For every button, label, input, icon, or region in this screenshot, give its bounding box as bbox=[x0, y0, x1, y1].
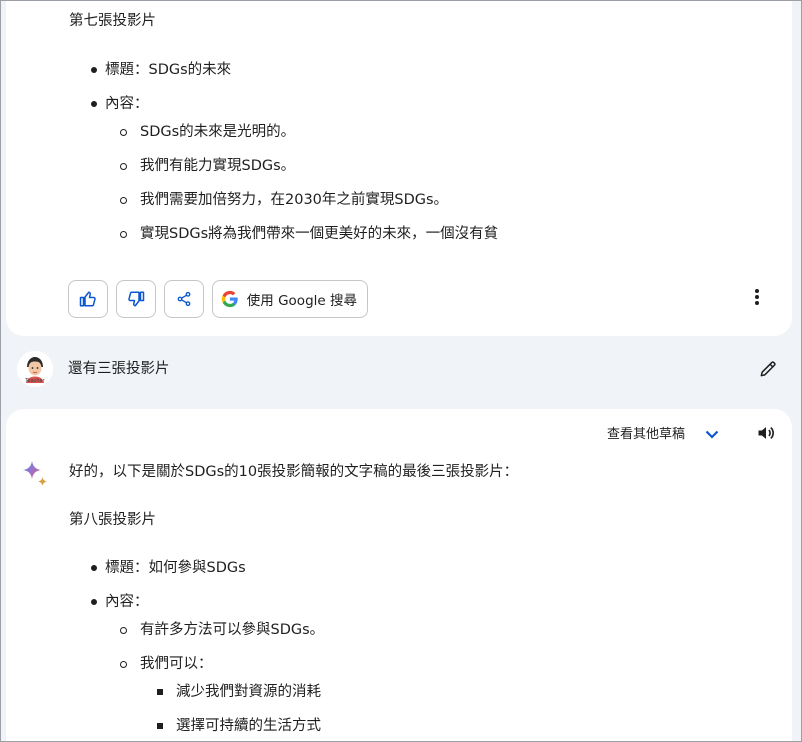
bullet-circle bbox=[120, 661, 127, 668]
more-options-button[interactable] bbox=[745, 285, 769, 309]
google-g-icon bbox=[221, 290, 238, 308]
thumbs-up-icon bbox=[79, 291, 96, 307]
list-item: 標題：如何參與SDGs bbox=[105, 560, 246, 576]
list-item: 實現SDGs將為我們帶來一個更美好的未來，一個沒有貧 bbox=[140, 226, 499, 242]
thumbs-down-icon bbox=[128, 291, 145, 307]
list-item: 我們可以： bbox=[140, 656, 213, 672]
list-item: 我們需要加倍努力，在2030年之前實現SDGs。 bbox=[140, 192, 449, 208]
list-item: 內容： bbox=[105, 96, 149, 112]
bullet-circle bbox=[120, 163, 127, 170]
bullet-circle bbox=[120, 231, 127, 238]
pencil-icon bbox=[760, 361, 776, 377]
bullet-dot bbox=[91, 565, 97, 571]
read-aloud-button[interactable] bbox=[754, 421, 778, 445]
edit-prompt-button[interactable] bbox=[756, 357, 780, 381]
view-drafts-button[interactable]: 查看其他草稿 bbox=[607, 425, 685, 445]
list-item: SDGs的未來是光明的。 bbox=[140, 124, 296, 140]
chat-window: 第七張投影片 標題：SDGs的未來 內容： SDGs的未來是光明的。 我們有能力… bbox=[0, 0, 802, 742]
bullet-circle bbox=[120, 627, 127, 634]
thumbs-up-button[interactable] bbox=[68, 280, 108, 318]
view-drafts-toggle[interactable] bbox=[702, 424, 722, 444]
current-response-card: 查看其他草稿 好的，以下是關於SDGs的10張投影簡報的文字稿的最後三張投影片：… bbox=[6, 409, 792, 741]
list-item: 內容： bbox=[105, 594, 149, 610]
list-item: 我們有能力實現SDGs。 bbox=[140, 158, 296, 174]
bullet-dot bbox=[91, 101, 97, 107]
list-item: 有許多方法可以參與SDGs。 bbox=[140, 622, 325, 638]
thumbs-down-button[interactable] bbox=[116, 280, 156, 318]
bullet-circle bbox=[120, 197, 127, 204]
list-item: 標題：SDGs的未來 bbox=[105, 62, 232, 78]
gemini-sparkle-icon bbox=[20, 459, 50, 489]
google-search-button[interactable]: 使用 Google 搜尋 bbox=[212, 280, 368, 318]
previous-response-card: 第七張投影片 標題：SDGs的未來 內容： SDGs的未來是光明的。 我們有能力… bbox=[6, 1, 792, 336]
chevron-down-icon bbox=[705, 430, 719, 439]
avatar-caption: Teacher bbox=[25, 378, 45, 384]
bullet-square bbox=[157, 723, 163, 729]
bullet-dot bbox=[91, 599, 97, 605]
user-prompt-text: 還有三張投影片 bbox=[68, 361, 170, 377]
bullet-dot bbox=[91, 67, 97, 73]
slide-heading: 第八張投影片 bbox=[69, 512, 156, 528]
bullet-square bbox=[157, 689, 163, 695]
response-intro: 好的，以下是關於SDGs的10張投影簡報的文字稿的最後三張投影片： bbox=[69, 464, 519, 480]
list-item: 選擇可持續的生活方式 bbox=[176, 718, 321, 734]
speaker-icon bbox=[758, 426, 774, 440]
share-icon bbox=[177, 291, 191, 307]
more-vert-icon bbox=[755, 289, 759, 305]
list-item: 減少我們對資源的消耗 bbox=[176, 684, 321, 700]
slide-heading: 第七張投影片 bbox=[69, 13, 156, 29]
bullet-circle bbox=[120, 129, 127, 136]
google-search-label: 使用 Google 搜尋 bbox=[246, 293, 357, 309]
sparkle-icon bbox=[23, 461, 47, 486]
share-button[interactable] bbox=[164, 280, 204, 318]
